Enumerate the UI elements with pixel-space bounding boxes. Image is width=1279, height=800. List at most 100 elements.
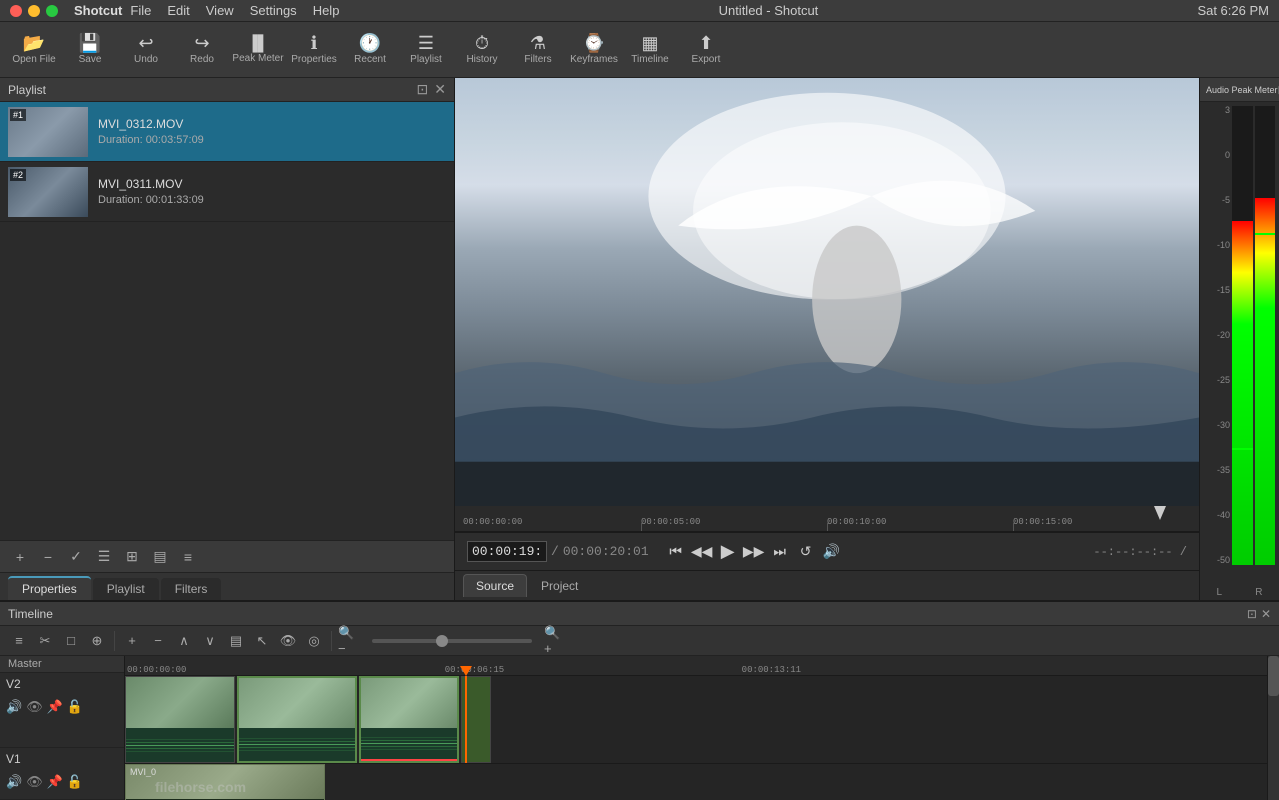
- tl-zoom-handle[interactable]: [436, 635, 448, 647]
- tl-down-button[interactable]: ∨: [199, 630, 221, 652]
- video-scrubber[interactable]: 00:00:00:00 00:00:05:00 00:00:10:00 00:0…: [455, 506, 1199, 532]
- tl-zoom-slider[interactable]: [372, 639, 532, 643]
- tl-track-v1: MVI_0 filehorse.com: [125, 764, 1267, 800]
- go-to-start-button[interactable]: ⏮: [665, 541, 687, 563]
- tl-zoom-out-button[interactable]: 🔍−: [338, 630, 360, 652]
- open-file-icon: 📂: [23, 34, 45, 52]
- playlist-item[interactable]: #1 MVI_0312.MOV Duration: 00:03:57:09: [0, 102, 454, 162]
- tl-add-track-button[interactable]: +: [121, 630, 143, 652]
- track-audio-icon-v2[interactable]: 🔊: [6, 699, 22, 715]
- tl-ungroup-button[interactable]: ⊕: [86, 630, 108, 652]
- tl-cut-button[interactable]: ✂: [34, 630, 56, 652]
- tab-filters[interactable]: Filters: [161, 578, 222, 600]
- track-eye-icon-v2[interactable]: 👁: [26, 699, 43, 715]
- play-button[interactable]: ▶: [717, 541, 739, 563]
- menu-view[interactable]: View: [206, 3, 234, 18]
- menu-help[interactable]: Help: [313, 3, 340, 18]
- clip-thumb-v2-3: [361, 678, 457, 728]
- tab-playlist[interactable]: Playlist: [93, 578, 159, 600]
- tl-menu-button[interactable]: ≡: [8, 630, 30, 652]
- playlist-item-num-2: #2: [10, 169, 26, 181]
- tl-up-button[interactable]: ∧: [173, 630, 195, 652]
- track-pin-icon-v2[interactable]: 📌: [47, 699, 63, 715]
- playlist-button[interactable]: ☰ Playlist: [400, 26, 452, 74]
- tl-ripple-button[interactable]: 👁: [277, 630, 299, 652]
- playlist-check-button[interactable]: ✓: [64, 545, 88, 569]
- track-audio-icon-v1[interactable]: 🔊: [6, 774, 22, 790]
- undo-button[interactable]: ↩ Undo: [120, 26, 172, 74]
- open-file-button[interactable]: 📂 Open File: [8, 26, 60, 74]
- prev-frame-button[interactable]: ◀◀: [691, 541, 713, 563]
- properties-button[interactable]: ℹ Properties: [288, 26, 340, 74]
- timeline-float-button[interactable]: ⊡: [1247, 607, 1257, 621]
- tab-properties[interactable]: Properties: [8, 576, 91, 600]
- playlist-list-button[interactable]: ☰: [92, 545, 116, 569]
- maximize-button[interactable]: [46, 5, 58, 17]
- timeline-vertical-scrollbar[interactable]: [1267, 656, 1279, 800]
- status-bar-right: Sat 6:26 PM: [1197, 3, 1269, 18]
- go-to-end-button[interactable]: ⏭: [769, 541, 791, 563]
- peak-meter-button[interactable]: ▐▌ Peak Meter: [232, 26, 284, 74]
- current-time-input[interactable]: [467, 541, 547, 562]
- playhead: [465, 676, 467, 763]
- next-frame-button[interactable]: ▶▶: [743, 541, 765, 563]
- scrubber-mark-0: 00:00:00:00: [463, 517, 522, 527]
- apm-label-0: 0: [1202, 151, 1230, 160]
- tl-clip-v2-1[interactable]: [125, 676, 235, 763]
- tl-record-button[interactable]: ◎: [303, 630, 325, 652]
- keyframes-button[interactable]: ⌚ Keyframes: [568, 26, 620, 74]
- playlist-sort-button[interactable]: ≡: [176, 545, 200, 569]
- tl-clip-v2-2[interactable]: MVI_0312: [237, 676, 357, 763]
- loop-button[interactable]: ↺: [795, 541, 817, 563]
- clip-wave-v2-2: [239, 728, 355, 761]
- playlist-item[interactable]: #2 MVI_0311.MOV Duration: 00:01:33:09: [0, 162, 454, 222]
- tl-clip-v2-3[interactable]: [359, 676, 459, 763]
- playlist-detail-button[interactable]: ▤: [148, 545, 172, 569]
- track-eye-icon-v1[interactable]: 👁: [26, 774, 43, 790]
- timeline-button[interactable]: ▦ Timeline: [624, 26, 676, 74]
- playlist-thumb-1: #1: [8, 107, 88, 157]
- apm-label-15: -15: [1202, 286, 1230, 295]
- playlist-close-button[interactable]: ✕: [434, 81, 446, 98]
- timeline-title: Timeline: [8, 607, 53, 621]
- volume-button[interactable]: 🔊: [821, 541, 843, 563]
- tl-snap-button[interactable]: ↖: [251, 630, 273, 652]
- timeline-scrollbar-thumb[interactable]: [1268, 656, 1279, 696]
- history-button[interactable]: ⏱ History: [456, 26, 508, 74]
- track-lock-icon-v1[interactable]: 🔓: [67, 774, 83, 790]
- timeline-close-button[interactable]: ✕: [1261, 607, 1271, 621]
- tl-fill-button[interactable]: ▤: [225, 630, 247, 652]
- filters-icon: ⚗: [530, 34, 546, 52]
- minimize-button[interactable]: [28, 5, 40, 17]
- tl-separator-1: [114, 631, 115, 651]
- menu-edit[interactable]: Edit: [167, 3, 189, 18]
- tl-zoom-in-button[interactable]: 🔍+: [544, 630, 566, 652]
- source-tab-source[interactable]: Source: [463, 574, 527, 597]
- scrubber-tick-2: [827, 523, 828, 531]
- recent-button[interactable]: 🕐 Recent: [344, 26, 396, 74]
- apm-lr-labels: L R: [1200, 585, 1279, 600]
- export-button[interactable]: ⬆ Export: [680, 26, 732, 74]
- tl-remove-track-button[interactable]: −: [147, 630, 169, 652]
- playlist-add-button[interactable]: +: [8, 545, 32, 569]
- tl-group-button[interactable]: □: [60, 630, 82, 652]
- source-tab-project[interactable]: Project: [529, 575, 590, 597]
- track-header-v1: V1 🔊 👁 📌 🔓: [0, 748, 124, 800]
- menu-settings[interactable]: Settings: [250, 3, 297, 18]
- track-pin-icon-v1[interactable]: 📌: [47, 774, 63, 790]
- track-lock-icon-v2[interactable]: 🔓: [67, 699, 83, 715]
- filters-button[interactable]: ⚗ Filters: [512, 26, 564, 74]
- playlist-float-button[interactable]: ⊡: [417, 81, 429, 98]
- playlist-icon: ☰: [418, 34, 434, 52]
- playlist-remove-button[interactable]: −: [36, 545, 60, 569]
- playlist-grid-button[interactable]: ⊞: [120, 545, 144, 569]
- tl-clip-v1-1[interactable]: MVI_0: [125, 764, 325, 800]
- save-icon: 💾: [79, 34, 101, 52]
- clip-wave-v2-1: [126, 728, 234, 762]
- clip-wave-v2-3: [361, 728, 457, 761]
- save-button[interactable]: 💾 Save: [64, 26, 116, 74]
- redo-button[interactable]: ↪ Redo: [176, 26, 228, 74]
- timeline-header: Timeline ⊡ ✕: [0, 602, 1279, 626]
- close-button[interactable]: [10, 5, 22, 17]
- menu-file[interactable]: File: [130, 3, 151, 18]
